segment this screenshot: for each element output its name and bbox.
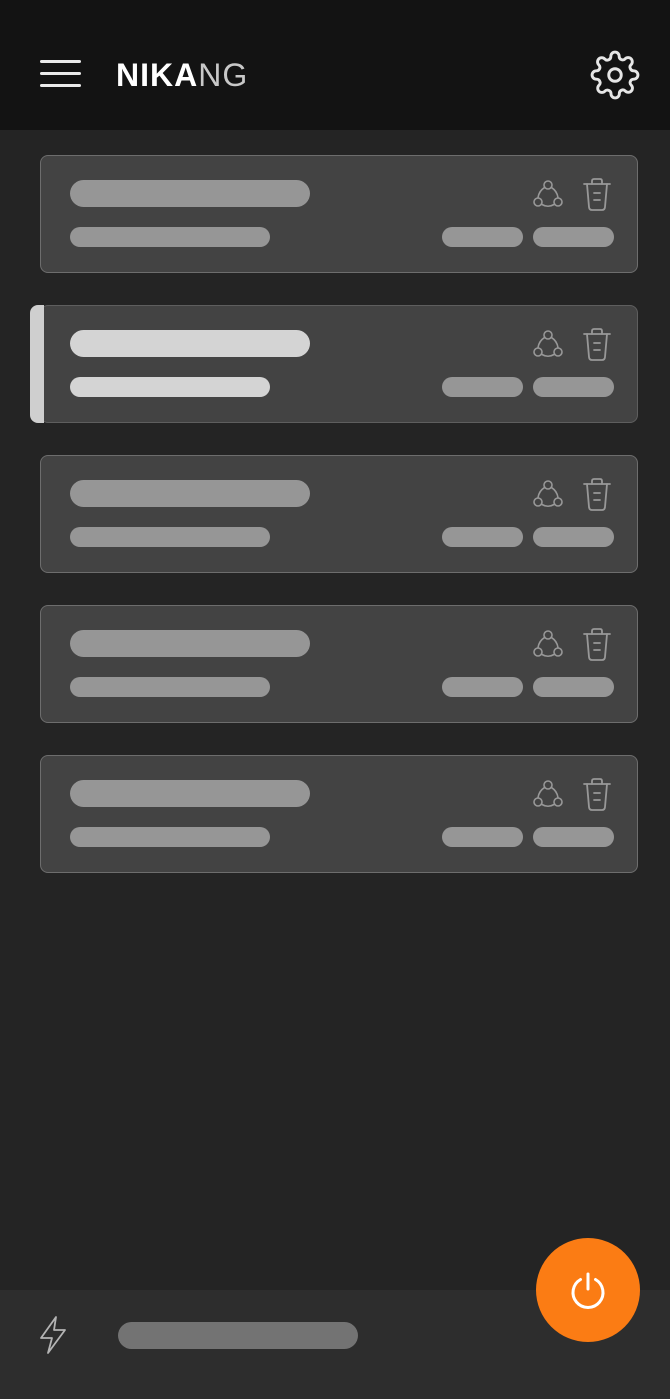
share-button[interactable] (531, 776, 565, 812)
item-title-placeholder (70, 780, 310, 807)
share-icon (533, 480, 563, 508)
app-logo: NIKANG (116, 56, 248, 94)
item-tag-placeholder (442, 677, 523, 697)
share-button[interactable] (531, 626, 565, 662)
share-icon (533, 780, 563, 808)
item-subtitle-placeholder (70, 377, 270, 397)
share-icon (533, 330, 563, 358)
item-tag-placeholder (442, 227, 523, 247)
status-text-placeholder (118, 1322, 358, 1349)
item-subtitle-placeholder (70, 227, 270, 247)
item-tag-placeholder (533, 677, 614, 697)
delete-button[interactable] (580, 476, 614, 512)
item-tag-placeholder (442, 827, 523, 847)
selected-indicator (30, 305, 44, 423)
list-item[interactable] (40, 605, 638, 723)
item-tag-placeholder (533, 227, 614, 247)
menu-icon-line-middle (40, 72, 81, 75)
trash-icon (583, 178, 611, 211)
item-title-placeholder (70, 630, 310, 657)
list-item-selected[interactable] (30, 305, 638, 423)
delete-button[interactable] (580, 776, 614, 812)
logo-bold-text: NIKA (116, 57, 199, 93)
menu-icon-line-bottom (40, 84, 81, 87)
logo-light-text: NG (198, 57, 249, 93)
share-icon (533, 180, 563, 208)
delete-button[interactable] (580, 176, 614, 212)
status-indicator (36, 1315, 70, 1355)
trash-icon (583, 478, 611, 511)
item-subtitle-placeholder (70, 677, 270, 697)
item-tag-placeholder (442, 527, 523, 547)
trash-icon (583, 778, 611, 811)
share-icon (533, 630, 563, 658)
delete-button[interactable] (580, 326, 614, 362)
trash-icon (583, 328, 611, 361)
menu-button[interactable] (40, 60, 82, 88)
power-icon (571, 1272, 605, 1309)
list-item[interactable] (40, 455, 638, 573)
item-title-placeholder (70, 180, 310, 207)
gear-icon (590, 50, 640, 100)
item-subtitle-placeholder (70, 827, 270, 847)
lightning-bolt-icon (40, 1316, 66, 1354)
share-button[interactable] (531, 176, 565, 212)
app-header: NIKANG (0, 0, 670, 130)
settings-button[interactable] (590, 50, 640, 100)
list-item[interactable] (40, 155, 638, 273)
item-tag-placeholder (533, 827, 614, 847)
share-button[interactable] (531, 476, 565, 512)
item-tag-placeholder (533, 527, 614, 547)
menu-icon-line-top (40, 60, 81, 63)
power-button[interactable] (536, 1238, 640, 1342)
item-tag-placeholder (442, 377, 523, 397)
share-button[interactable] (531, 326, 565, 362)
list-item[interactable] (40, 755, 638, 873)
item-title-placeholder (70, 330, 310, 357)
item-tag-placeholder (533, 377, 614, 397)
item-subtitle-placeholder (70, 527, 270, 547)
delete-button[interactable] (580, 626, 614, 662)
trash-icon (583, 628, 611, 661)
item-title-placeholder (70, 480, 310, 507)
